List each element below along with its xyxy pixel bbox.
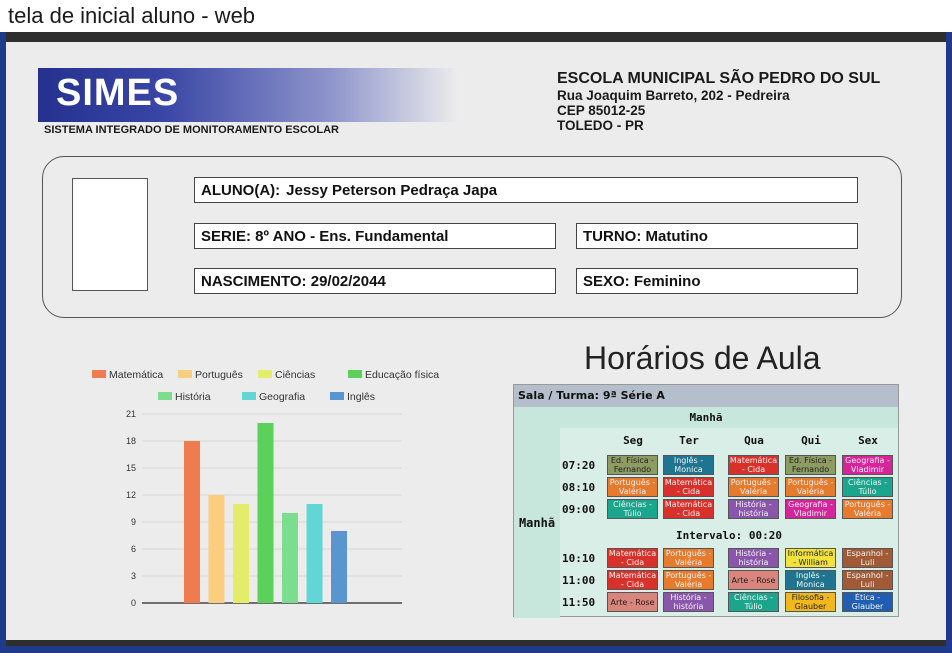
- schedule-cell[interactable]: Informática - William: [785, 548, 836, 568]
- schedule-cell[interactable]: Ciências - Túlio: [728, 592, 779, 612]
- y-tick-label: 12: [126, 490, 136, 500]
- schedule-cell[interactable]: Matemática - Cida: [663, 499, 714, 519]
- time-label: 08:10: [562, 481, 596, 494]
- legend-swatch: [258, 370, 272, 378]
- time-label: 09:00: [562, 503, 596, 516]
- school-name: ESCOLA MUNICIPAL SÃO PEDRO DO SUL: [557, 70, 881, 87]
- grades-chart-svg: Matemática Português Ciências Educação físi…: [92, 369, 439, 608]
- bar-geografia: [306, 504, 323, 603]
- schedule-cell[interactable]: Ed. Física - Fernando: [785, 455, 836, 475]
- y-tick-label: 18: [126, 436, 136, 446]
- schedule-cell[interactable]: Espanhol - Luli: [842, 570, 893, 590]
- student-name: Jessy Peterson Pedraça Japa: [286, 181, 498, 199]
- student-name-label: ALUNO(A):: [201, 181, 281, 199]
- nascimento-field: NASCIMENTO: 29/02/2044: [194, 268, 556, 294]
- legend-swatch: [330, 392, 344, 400]
- bar-ci-ncias: [233, 504, 249, 603]
- schedule-cell[interactable]: Ed. Física - Fernando: [607, 455, 658, 475]
- simes-logo: SIMES: [56, 72, 180, 114]
- bar-portugu-s: [208, 495, 225, 603]
- legend-swatch: [242, 392, 256, 400]
- schedule-cell[interactable]: Geografia - Vladimir: [842, 455, 893, 475]
- schedule-cell[interactable]: Arte - Rose: [607, 592, 658, 612]
- schedule-cell[interactable]: Geografia - Vladimir: [785, 499, 836, 519]
- schedule-cell[interactable]: Arte - Rose: [728, 570, 779, 590]
- school-info: ESCOLA MUNICIPAL SÃO PEDRO DO SUL Rua Jo…: [557, 70, 880, 133]
- schedule-cell[interactable]: Matemática - Cida: [607, 570, 658, 590]
- schedule-cell[interactable]: Português - Valéria: [607, 477, 658, 497]
- schedule-cell[interactable]: Espanhol - Luli: [842, 548, 893, 568]
- day-header-sex: Sex: [858, 434, 878, 447]
- schedule-cell[interactable]: Inglês - Monica: [663, 455, 714, 475]
- schedule-cell[interactable]: Português - Valéria: [785, 477, 836, 497]
- schedule-title: Horários de Aula: [584, 340, 821, 376]
- serie-field: SERIE: 8º ANO - Ens. Fundamental: [194, 223, 556, 249]
- schedule-class-header: Sala / Turma: 9ª Série A: [514, 385, 898, 407]
- legend-swatch: [178, 370, 192, 378]
- schedule-side-label: Manhã: [514, 428, 560, 618]
- legend-swatch: [348, 370, 362, 378]
- schedule-cell[interactable]: História - história: [728, 499, 779, 519]
- window-title: tela de inicial aluno - web: [0, 0, 952, 32]
- time-label: 11:00: [562, 574, 596, 587]
- y-tick-label: 21: [126, 409, 136, 419]
- schedule-cell[interactable]: Filosofia - Glauber: [785, 592, 836, 612]
- bar-ingl-s: [331, 531, 347, 603]
- legend-swatch: [92, 370, 106, 378]
- school-city: TOLEDO - PR: [557, 118, 644, 133]
- schedule-cell[interactable]: Português - Valéria: [842, 499, 893, 519]
- time-label: 07:20: [562, 459, 596, 472]
- schedule-cell[interactable]: Matemática - Cida: [607, 548, 658, 568]
- bottom-dark-bar: [6, 640, 946, 646]
- logo-subtitle: SISTEMA INTEGRADO DE MONITORAMENTO ESCOL…: [44, 124, 339, 136]
- legend-swatch: [158, 392, 172, 400]
- legend-label: Matemática: [109, 369, 163, 381]
- schedule-cell[interactable]: História - história: [663, 592, 714, 612]
- day-header-seg: Seg: [623, 434, 643, 447]
- day-header-ter: Ter: [679, 434, 699, 447]
- schedule-cell[interactable]: História - história: [728, 548, 779, 568]
- student-name-field: ALUNO(A): Jessy Peterson Pedraça Japa: [194, 177, 858, 203]
- y-tick-label: 15: [126, 463, 136, 473]
- school-cep: CEP 85012-25: [557, 103, 646, 118]
- bar-matem-tica: [184, 441, 200, 603]
- legend-label: Inglês: [347, 391, 375, 403]
- legend-label: História: [175, 391, 211, 403]
- schedule-table: Sala / Turma: 9ª Série A Manhã Manhã Seg…: [513, 384, 899, 618]
- schedule-cell[interactable]: Português - Valéria: [663, 548, 714, 568]
- schedule-cell[interactable]: Inglês - Monica: [785, 570, 836, 590]
- school-address: Rua Joaquim Barreto, 202 - Pedreira: [557, 88, 790, 103]
- schedule-cell[interactable]: Matemática - Cida: [728, 455, 779, 475]
- time-label: 11:50: [562, 596, 596, 609]
- bar-hist-ria: [282, 513, 298, 603]
- schedule-cell[interactable]: Ciências - Túlio: [607, 499, 658, 519]
- student-photo[interactable]: [72, 178, 148, 291]
- y-tick-label: 0: [131, 598, 136, 608]
- schedule-cell[interactable]: Matemática - Cida: [663, 477, 714, 497]
- grades-chart: Matemática Português Ciências Educação físi…: [80, 362, 450, 612]
- schedule-cell[interactable]: Ciências - Túlio: [842, 477, 893, 497]
- time-label: 10:10: [562, 552, 596, 565]
- legend-label: Português: [195, 369, 243, 381]
- day-header-qua: Qua: [744, 434, 764, 447]
- bar-educa-o-f-sica: [257, 423, 274, 603]
- y-tick-label: 3: [131, 571, 136, 581]
- schedule-break: Intervalo: 00:20: [676, 529, 782, 542]
- schedule-shift-row: Manhã: [514, 407, 898, 428]
- legend-label: Geografia: [259, 391, 305, 403]
- y-tick-label: 9: [131, 517, 136, 527]
- legend-label: Ciências: [275, 369, 315, 381]
- schedule-cell[interactable]: Português - Valéria: [663, 570, 714, 590]
- schedule-cell[interactable]: Ética - Glauber: [842, 592, 893, 612]
- schedule-cell[interactable]: Português - Valéria: [728, 477, 779, 497]
- y-tick-label: 6: [131, 544, 136, 554]
- sexo-field: SEXO: Feminino: [576, 268, 858, 294]
- turno-field: TURNO: Matutino: [576, 223, 858, 249]
- top-dark-bar: [6, 32, 946, 42]
- day-header-qui: Qui: [801, 434, 821, 447]
- legend-label: Educação física: [365, 369, 439, 381]
